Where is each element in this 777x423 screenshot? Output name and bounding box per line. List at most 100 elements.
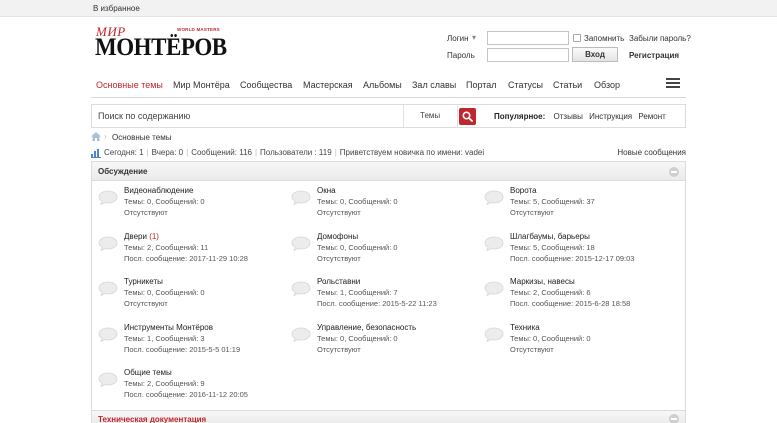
- main-nav: Основные темы Мир Монтёра Сообщества Мас…: [91, 72, 686, 98]
- forum-item: Турникеты Темы: 0, Сообщений: 0 Отсутствую…: [98, 277, 288, 317]
- forum-name[interactable]: Инструменты Монтёров: [124, 323, 213, 332]
- forum-name[interactable]: Шлагбаумы, барьеры: [510, 232, 590, 241]
- forum-item: Техника Темы: 0, Сообщений: 0 Отсутствуют: [484, 323, 674, 363]
- new-posts-link[interactable]: Новые сообщения: [617, 148, 686, 157]
- forum-bubble-icon: [98, 281, 118, 298]
- forum-last-post: Отсутствуют: [317, 208, 361, 217]
- breadcrumb-current[interactable]: Основные темы: [112, 133, 171, 142]
- forum-counts: Темы: 1, Сообщений: 7: [317, 288, 398, 297]
- stats-posts: Сообщений: 116: [191, 148, 252, 157]
- search-button[interactable]: [459, 108, 476, 125]
- forum-last-post: Отсутствуют: [317, 345, 361, 354]
- forum-bubble-icon: [484, 236, 504, 253]
- home-icon[interactable]: [91, 132, 101, 141]
- popular-link-instructions[interactable]: Инструкция: [589, 112, 632, 121]
- nav-item-portal[interactable]: Портал: [466, 80, 497, 90]
- forum-counts: Темы: 1, Сообщений: 3: [124, 334, 205, 343]
- stats-welcome: Приветствуем новичка по имени: vadei: [339, 148, 485, 157]
- forum-item: Двери (1) Темы: 2, Сообщений: 11 Посл. соо…: [98, 232, 288, 272]
- forum-name[interactable]: Окна: [317, 186, 336, 195]
- password-label: Пароль: [447, 51, 475, 60]
- forum-bubble-icon: [291, 281, 311, 298]
- forum-last-post: Посл. сообщение: 2016-11-12 20:05: [124, 390, 248, 399]
- forum-name[interactable]: Двери (1): [124, 232, 159, 241]
- forum-name[interactable]: Ворота: [510, 186, 537, 195]
- section2-title[interactable]: Техническая документация: [98, 415, 206, 423]
- popular-label: Популярное:: [494, 112, 546, 121]
- forum-item: Рольставни Темы: 1, Сообщений: 7 Посл. соо…: [291, 277, 481, 317]
- forum-item: Видеонаблюдение Темы: 0, Сообщений: 0 Отсу…: [98, 186, 288, 226]
- nav-item-communities[interactable]: Сообщества: [240, 80, 292, 90]
- forum-last-post: Посл. сообщение: 2015-12-17 09:03: [510, 254, 635, 263]
- collapse-icon[interactable]: [669, 414, 679, 423]
- nav-item-world[interactable]: Мир Монтёра: [173, 80, 230, 90]
- forum-last-post: Посл. сообщение: 2017-11-29 10:28: [124, 254, 248, 263]
- popular-link-reviews[interactable]: Отзывы: [554, 112, 583, 121]
- logo-tagline: WORLD MASTERS: [177, 27, 220, 32]
- collapse-icon[interactable]: [669, 167, 679, 177]
- site-logo[interactable]: МИР WORLD MASTERS МОНТЁРОВ: [95, 24, 227, 66]
- nav-item-articles[interactable]: Статьи: [553, 80, 582, 90]
- section-header[interactable]: Обсуждение: [92, 162, 685, 181]
- popular-link-repair[interactable]: Ремонт: [638, 112, 665, 121]
- forum-item: Инструменты Монтёров Темы: 1, Сообщений: …: [98, 323, 288, 363]
- menu-icon[interactable]: [666, 78, 680, 90]
- forum-bubble-icon: [484, 281, 504, 298]
- forgot-password-link[interactable]: Забыли пароль?: [629, 34, 691, 43]
- forum-item: Домофоны Темы: 0, Сообщений: 0 Отсутствуют: [291, 232, 481, 272]
- forum-counts: Темы: 0, Сообщений: 0: [510, 334, 591, 343]
- stats-users: Пользователи : 119: [260, 148, 332, 157]
- top-bar: В избранное: [0, 0, 777, 17]
- forum-item: Шлагбаумы, барьеры Темы: 5, Сообщений: 18…: [484, 232, 674, 272]
- search-bar: Поиск по содержанию Темы Популярное: Отз…: [91, 104, 686, 128]
- forum-last-post: Отсутствуют: [317, 254, 361, 263]
- forum-item: Маркизы, навесы Темы: 2, Сообщений: 6 Посл…: [484, 277, 674, 317]
- forum-name[interactable]: Общие темы: [124, 368, 172, 377]
- forum-counts: Темы: 0, Сообщений: 0: [317, 243, 398, 252]
- forum-item: Общие темы Темы: 2, Сообщений: 9 Посл. соо…: [98, 368, 288, 408]
- forum-new-count[interactable]: (1): [149, 232, 159, 241]
- forum-counts: Темы: 5, Сообщений: 37: [510, 197, 595, 206]
- login-input[interactable]: [487, 31, 569, 45]
- nav-item-hall-of-fame[interactable]: Зал славы: [412, 80, 456, 90]
- forum-name[interactable]: Техника: [510, 323, 540, 332]
- remember-checkbox[interactable]: [573, 34, 581, 42]
- forum-name[interactable]: Маркизы, навесы: [510, 277, 575, 286]
- password-input[interactable]: [487, 48, 569, 62]
- forum-name[interactable]: Турникеты: [124, 277, 163, 286]
- forum-last-post: Посл. сообщение: 2015-5-22 11:23: [317, 299, 437, 308]
- nav-item-overview[interactable]: Обзор: [594, 80, 620, 90]
- nav-item-workshop[interactable]: Мастерская: [303, 80, 353, 90]
- forum-item: Управление, безопасность Темы: 0, Сообщен…: [291, 323, 481, 363]
- nav-item-albums[interactable]: Альбомы: [363, 80, 402, 90]
- forum-last-post: Отсутствуют: [510, 345, 554, 354]
- favorites-link[interactable]: В избранное: [93, 4, 140, 13]
- forum-item: Ворота Темы: 5, Сообщений: 37 Отсутствуют: [484, 186, 674, 226]
- forum-name[interactable]: Домофоны: [317, 232, 358, 241]
- forum-last-post: Отсутствуют: [510, 208, 554, 217]
- nav-item-main-topics[interactable]: Основные темы: [96, 80, 163, 90]
- search-placeholder: Поиск по содержанию: [98, 111, 191, 121]
- register-link[interactable]: Регистрация: [629, 51, 679, 60]
- login-dropdown-icon[interactable]: ▾: [472, 33, 476, 42]
- forum-bubble-icon: [98, 236, 118, 253]
- nav-item-statuses[interactable]: Статусы: [508, 80, 543, 90]
- forum-bubble-icon: [98, 372, 118, 389]
- forum-counts: Темы: 0, Сообщений: 0: [124, 288, 205, 297]
- forum-counts: Темы: 2, Сообщений: 11: [124, 243, 209, 252]
- forum-name[interactable]: Управление, безопасность: [317, 323, 416, 332]
- forum-bubble-icon: [291, 327, 311, 344]
- forum-item: Окна Темы: 0, Сообщений: 0 Отсутствуют: [291, 186, 481, 226]
- login-button[interactable]: Вход: [572, 47, 618, 62]
- section2-header[interactable]: Техническая документация: [92, 410, 685, 423]
- search-input[interactable]: Поиск по содержанию: [92, 105, 404, 127]
- search-scope-label: Темы: [420, 111, 441, 120]
- forum-name[interactable]: Рольставни: [317, 277, 360, 286]
- search-icon: [462, 111, 473, 122]
- search-scope-select[interactable]: Темы: [404, 105, 458, 127]
- forum-bubble-icon: [484, 327, 504, 344]
- forum-counts: Темы: 5, Сообщений: 18: [510, 243, 595, 252]
- section-title: Обсуждение: [98, 167, 148, 176]
- forum-counts: Темы: 0, Сообщений: 0: [124, 197, 205, 206]
- forum-name[interactable]: Видеонаблюдение: [124, 186, 193, 195]
